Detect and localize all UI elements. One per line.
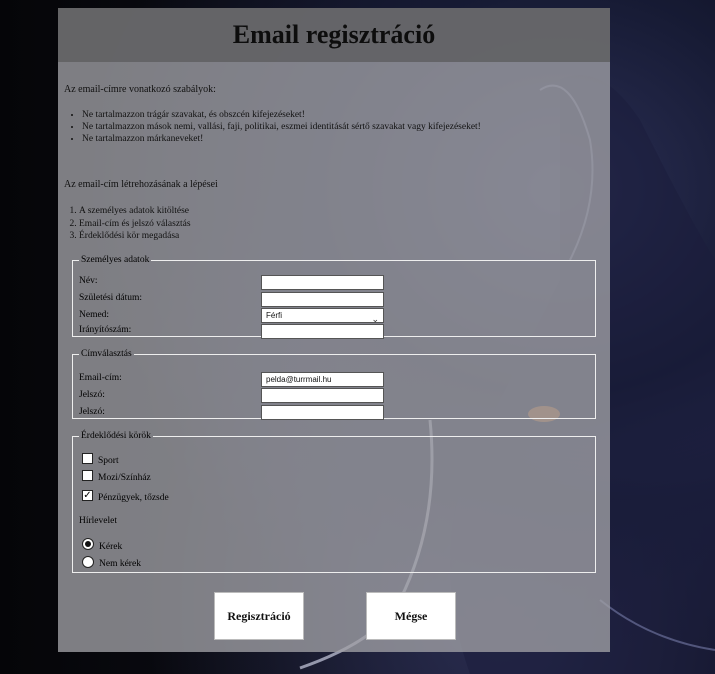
name-input[interactable] [261,275,384,290]
sport-label: Sport [98,456,119,466]
rule-item: Ne tartalmazzon márkaneveket! [82,133,604,145]
movie-theatre-label: Mozi/Színház [98,473,151,483]
cancel-button[interactable]: Mégse [366,592,456,640]
checkmark-icon: ✓ [83,490,92,501]
page-title: Email regisztráció [232,20,436,49]
sport-checkbox[interactable] [82,453,93,464]
gender-selected-value: Férfi [266,311,282,320]
rules-intro: Az email-címre vonatkozó szabályok: [64,84,216,95]
address-fieldset: Címválasztás Email-cím: pelda@turrmail.h… [72,349,596,420]
gender-label: Nemed: [79,310,110,320]
movie-theatre-checkbox[interactable] [82,470,93,481]
rules-list: Ne tartalmazzon trágár szavakat, és obsz… [64,109,604,145]
title-bar: Email regisztráció [58,8,610,62]
steps-intro: Az email-cím létrehozásának a lépései [64,179,218,190]
birth-date-input[interactable] [261,292,384,307]
newsletter-label: Hírlevelet [79,516,117,526]
steps-list: A személyes adatok kitöltése Email-cím é… [64,205,604,243]
interests-fieldset: Érdeklődési körök Sport Mozi/Színház ✓ P… [72,431,596,573]
info-section: Az email-címre vonatkozó szabályok: Ne t… [64,84,604,243]
step-item: Érdeklődési kör megadása [79,230,604,243]
newsletter-no-radio[interactable] [82,556,94,568]
finance-label: Pénzügyek, tőzsde [98,493,169,503]
address-legend: Címválasztás [81,349,132,359]
zip-input[interactable] [261,324,384,339]
password-confirm-input[interactable] [261,405,384,420]
password-label: Jelszó: [79,390,105,400]
email-input[interactable]: pelda@turrmail.hu [261,372,384,387]
birth-date-label: Születési dátum: [79,293,143,303]
name-label: Név: [79,276,98,286]
newsletter-yes-label: Kérek [99,542,123,552]
email-label: Email-cím: [79,373,122,383]
rule-item: Ne tartalmazzon mások nemi, vallási, faj… [82,121,604,133]
newsletter-yes-radio[interactable] [82,538,94,550]
register-button[interactable]: Regisztráció [214,592,304,640]
personal-data-fieldset: Személyes adatok Név: Születési dátum: N… [72,255,596,339]
personal-data-legend: Személyes adatok [81,255,150,265]
gender-select[interactable]: Férfi ⌄ [261,308,384,324]
zip-label: Irányítószám: [79,325,132,335]
step-item: A személyes adatok kitöltése [79,205,604,218]
newsletter-no-label: Nem kérek [99,559,141,569]
registration-panel: Email regisztráció Az email-címre vonatk… [58,8,610,652]
step-item: Email-cím és jelszó választás [79,218,604,231]
password-confirm-label: Jelszó: [79,407,105,417]
rule-item: Ne tartalmazzon trágár szavakat, és obsz… [82,109,604,121]
interests-legend: Érdeklődési körök [81,431,151,441]
password-input[interactable] [261,388,384,403]
finance-checkbox[interactable]: ✓ [82,490,93,501]
